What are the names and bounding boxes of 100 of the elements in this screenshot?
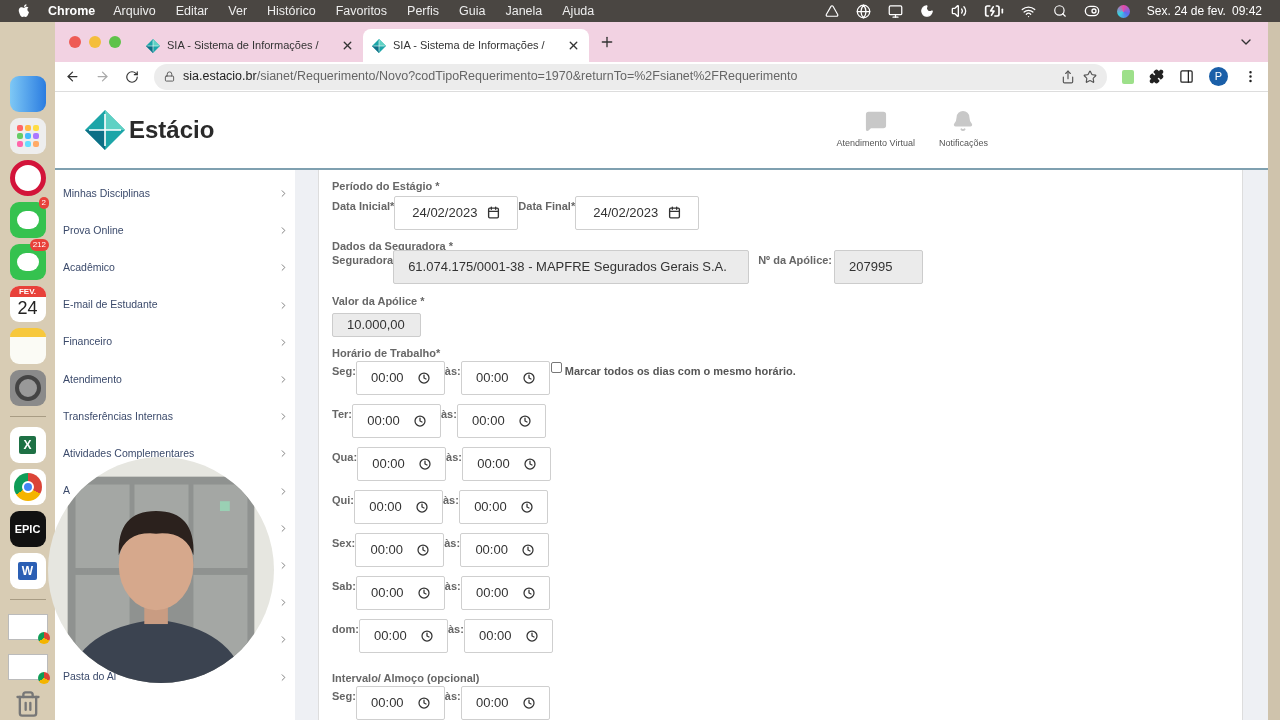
sidebar-link[interactable]: Minhas Disciplinas [63,185,150,202]
address-bar[interactable]: sia.estacio.br/sianet/Requerimento/Novo?codTipoRequerimento=1970&returnTo=%2Fsianet%2FRequerimento [154,63,1107,90]
bookmark-icon[interactable] [1083,69,1097,84]
menu-item[interactable]: Editar [175,1,209,21]
clock-icon [520,500,533,513]
apple-icon[interactable] [18,4,30,18]
section-title: Intervalo/ Almoço (opcional) [332,670,481,686]
new-tab-icon[interactable] [599,34,615,50]
date-field[interactable]: 24/02/2023 [394,195,519,230]
calendar-icon[interactable]: FEV. 24 [9,286,46,322]
menu-item[interactable]: Janela [505,1,543,21]
field-label: Data Final* [518,198,576,214]
time-field[interactable]: 00:00 [355,360,445,395]
time-field[interactable]: 00:00 [456,403,546,438]
time-field[interactable]: 00:00 [354,489,443,524]
sidebar-link[interactable]: Atendimento [63,371,122,388]
notification-badge: 212 [29,239,49,251]
time-field[interactable]: 00:00 [460,532,550,567]
menu-item[interactable]: Ajuda [562,1,595,21]
control-center-icon[interactable] [1083,3,1100,19]
clock-icon [523,457,536,470]
menu-item[interactable]: Arquivo [113,1,156,21]
time-field[interactable]: 00:00 [460,360,550,395]
menu-item[interactable]: Perfis [407,1,440,21]
sidebar-link[interactable]: Financeiro [63,334,113,351]
time-field[interactable]: 00:00 [355,575,445,610]
share-icon[interactable] [1061,69,1075,84]
calendar-icon[interactable] [668,206,682,219]
search-icon[interactable] [1052,4,1067,18]
day-label: Sab: [332,578,356,594]
time-field[interactable]: 00:00 [463,618,553,653]
menu-item[interactable]: Guia [459,1,486,21]
header-action-link[interactable]: Atendimento Virtual [836,136,915,151]
trash-icon[interactable] [13,690,42,718]
time-field[interactable]: 00:00 [351,403,441,438]
browser-tab[interactable]: SIA - Sistema de Informações / [137,29,363,62]
sidebar-link[interactable]: Pasta do Al [63,669,117,685]
extensions-icon[interactable] [1149,69,1164,84]
menu-item[interactable]: Favoritos [335,1,388,21]
sidebar-link[interactable]: Acadêmico [63,260,115,276]
volume-icon[interactable] [950,3,967,19]
sidebar-link[interactable]: A [63,483,70,499]
browser-tab[interactable]: SIA - Sistema de Informações / [363,29,589,62]
checkbox-label: Marcar todos os dias com o mesmo horário. [564,363,796,379]
sidebar-link[interactable]: Prova Online [63,222,124,239]
url-domain: sia.estacio.br [183,68,257,86]
policy-amount-field[interactable]: 10.000,00 [332,312,421,337]
moon-icon[interactable] [919,4,934,18]
side-panel-icon[interactable] [1179,69,1194,84]
time-field[interactable]: 00:00 [458,489,548,524]
reload-icon[interactable] [125,69,139,84]
drive-icon[interactable] [824,4,839,18]
back-icon[interactable] [65,69,80,84]
messages-icon[interactable] [9,244,46,280]
close-icon[interactable] [341,39,354,52]
time-field[interactable]: 00:00 [358,618,448,653]
insurer-field[interactable]: 61.074.175/0001-38 - MAPFRE Segurados Gerais S.A. [393,250,750,284]
time-field[interactable]: 00:00 [461,446,551,481]
menu-item[interactable]: Ver [228,1,248,21]
whatsapp-icon[interactable] [9,202,46,238]
diamond-logo-icon [85,110,125,150]
spreadsheet-icon[interactable]: X [9,427,46,463]
header-action-link[interactable]: Notificações [938,136,988,151]
clock-icon [518,414,531,427]
url-path: /sianet/Requerimento/Novo?codTipoRequerimento=1970&returnTo=%2Fsianet%2FRequerimento [256,68,799,86]
time-field[interactable]: 00:00 [460,686,550,720]
menubar-date[interactable]: Sex. 24 de fev. [1146,2,1226,20]
time-field[interactable]: 00:00 [460,575,550,610]
day-label: Seg: [332,363,356,379]
time-field[interactable]: 00:00 [355,532,445,567]
time-field[interactable]: 00:00 [357,446,447,481]
separator-label: às: [444,535,461,551]
epic-icon[interactable]: EPIC [9,511,46,547]
chrome-icon[interactable] [9,469,46,505]
menu-item[interactable]: Histórico [267,1,316,21]
date-field[interactable]: 24/02/2023 [575,195,700,230]
document-icon[interactable]: W [9,553,46,589]
day-label: Qui: [332,492,354,508]
sidebar-link[interactable]: Atividades Complementares [63,446,195,462]
time-field[interactable]: 00:00 [355,686,445,720]
app-menu[interactable]: Chrome [48,1,96,21]
clock-icon [522,697,535,709]
sidebar-link[interactable]: Transferências Internas [63,408,173,425]
same-time-checkbox[interactable] [550,361,562,373]
calendar-icon[interactable] [487,206,501,219]
clock-icon [417,697,430,709]
policy-number-field[interactable]: 207995 [834,250,924,284]
profile-avatar[interactable]: P [1209,67,1228,86]
sidebar-link[interactable]: E-mail de Estudante [63,297,158,314]
menubar-time[interactable]: 09:42 [1231,2,1262,20]
display-icon[interactable] [887,3,903,19]
close-icon[interactable] [567,39,580,52]
settings-icon[interactable] [9,370,46,406]
day-label: Sex: [332,535,356,551]
wifi-icon[interactable] [1020,3,1036,19]
logo-text: Estácio [129,115,215,145]
globe-icon[interactable] [855,3,871,19]
siri-icon[interactable] [1116,4,1130,18]
section-title: Período do Estágio * [332,179,441,194]
field-label: Data Inicial* [332,198,395,214]
